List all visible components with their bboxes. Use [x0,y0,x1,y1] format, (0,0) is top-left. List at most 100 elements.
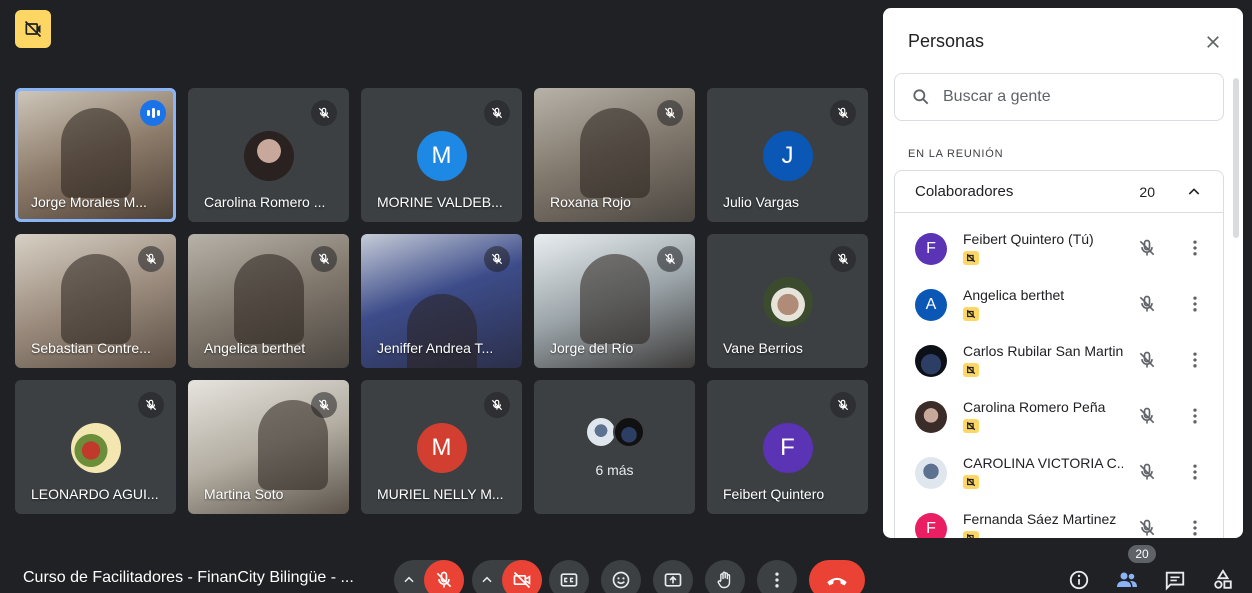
more-options-icon[interactable] [1183,404,1207,428]
more-participants-avatars [584,416,647,448]
mic-off-icon[interactable] [1135,348,1159,372]
tile-name: Jeniffer Andrea T... [377,340,494,356]
participant-tile[interactable]: Jorge Morales M... [15,88,176,222]
chat-button[interactable] [1163,568,1187,592]
participant-tile[interactable]: Angelica berthet [188,234,349,368]
mic-off-icon [484,392,510,418]
mic-control[interactable] [394,560,464,593]
collaborators-count: 20 [1139,184,1155,200]
participant-photo-avatar [762,277,813,327]
present-screen-button[interactable] [653,560,693,593]
participant-avatar [915,457,947,489]
participant-name: Carolina Romero Peña [963,399,1106,415]
participant-tile[interactable]: Roxana Rojo [534,88,695,222]
captions-button[interactable] [549,560,589,593]
letter-avatar: J [762,131,813,181]
mic-off-icon [138,392,164,418]
more-options-button[interactable] [757,560,797,593]
collaborators-label: Colaboradores [915,183,1014,200]
chevron-up-icon[interactable] [1183,181,1205,203]
participant-tile[interactable]: M MORINE VALDEB... [361,88,522,222]
people-button[interactable] [1115,568,1139,592]
participant-tile[interactable]: Carolina Romero ... [188,88,349,222]
list-item[interactable]: F Feibert Quintero (Tú) [895,221,1223,277]
participant-tile[interactable]: Martina Soto [188,380,349,514]
participant-tile[interactable]: J Julio Vargas [707,88,868,222]
participant-tile[interactable]: M MURIEL NELLY M... [361,380,522,514]
list-item[interactable]: A Angelica berthet [895,277,1223,333]
participant-photo-avatar [612,416,645,448]
info-icon [1069,570,1089,590]
camera-control[interactable] [472,560,542,593]
recording-badge-icon [963,419,979,433]
search-icon [913,89,929,105]
leave-call-button[interactable] [809,560,865,593]
mic-off-icon [484,246,510,272]
hang-up-icon [827,577,847,586]
participant-avatar [915,401,947,433]
mic-off-icon[interactable] [1135,460,1159,484]
mic-off-icon[interactable] [1135,236,1159,260]
more-options-icon[interactable] [1183,348,1207,372]
close-panel-button[interactable] [1201,30,1225,54]
participant-tile[interactable]: Vane Berrios [707,234,868,368]
participant-name: CAROLINA VICTORIA C... [963,455,1123,471]
captions-icon [560,573,578,587]
more-options-icon[interactable] [1183,236,1207,260]
mic-off-icon [311,392,337,418]
list-item[interactable]: F Fernanda Sáez Martinez [895,501,1223,538]
more-options-icon[interactable] [1183,292,1207,316]
more-options-icon[interactable] [1183,516,1207,538]
participant-tile[interactable]: Sebastian Contre... [15,234,176,368]
activities-button[interactable] [1211,568,1235,592]
mic-off-icon[interactable] [1135,404,1159,428]
panel-scrollbar[interactable] [1233,78,1239,238]
chat-icon [1165,571,1185,591]
collaborators-header[interactable]: Colaboradores 20 [895,171,1223,213]
participant-tile[interactable]: F Feibert Quintero [707,380,868,514]
participant-avatar: F [915,233,947,265]
activities-icon [1214,569,1232,589]
tile-name: MORINE VALDEB... [377,194,503,210]
meeting-details-button[interactable] [1067,568,1091,592]
camera-off-button[interactable] [502,560,542,593]
mic-off-icon [657,100,683,126]
present-screen-icon [664,573,682,587]
mic-off-button[interactable] [424,560,464,593]
section-label: EN LA REUNIÓN [908,148,1004,160]
participant-name: Carlos Rubilar San Martin [963,343,1123,359]
people-icon [1117,572,1137,587]
recording-badge-icon [963,475,979,489]
participant-video [60,108,131,198]
participant-avatar: A [915,289,947,321]
list-item[interactable]: Carlos Rubilar San Martin [895,333,1223,389]
tile-name: LEONARDO AGUI... [31,486,159,502]
mic-off-icon [830,246,856,272]
search-input[interactable] [943,88,1203,106]
mic-off-icon[interactable] [1135,516,1159,538]
tile-name: Martina Soto [204,486,284,502]
more-options-icon[interactable] [1183,460,1207,484]
panel-title: Personas [908,31,985,51]
raise-hand-icon [717,571,731,589]
list-item[interactable]: Carolina Romero Peña [895,389,1223,445]
chevron-up-icon[interactable] [402,573,416,587]
control-bar: Curso de Facilitadores - FinanCity Bilin… [0,545,1252,593]
raise-hand-button[interactable] [705,560,745,593]
recording-badge[interactable] [15,10,51,48]
participant-list: F Feibert Quintero (Tú) A Angelica berth… [895,213,1223,538]
more-participants-tile[interactable]: 6 más [534,380,695,514]
mic-off-icon [830,392,856,418]
meeting-title[interactable]: Curso de Facilitadores - FinanCity Bilin… [23,569,354,587]
mic-off-icon[interactable] [1135,292,1159,316]
list-item[interactable]: CAROLINA VICTORIA C... [895,445,1223,501]
participant-tile[interactable]: Jeniffer Andrea T... [361,234,522,368]
letter-avatar: F [762,423,813,473]
participant-tile[interactable]: LEONARDO AGUI... [15,380,176,514]
tile-name: MURIEL NELLY M... [377,486,504,502]
reactions-button[interactable] [601,560,641,593]
tile-name: Angelica berthet [204,340,306,356]
participant-tile[interactable]: Jorge del Río [534,234,695,368]
recording-badge-icon [24,20,42,38]
chevron-up-icon[interactable] [480,573,494,587]
